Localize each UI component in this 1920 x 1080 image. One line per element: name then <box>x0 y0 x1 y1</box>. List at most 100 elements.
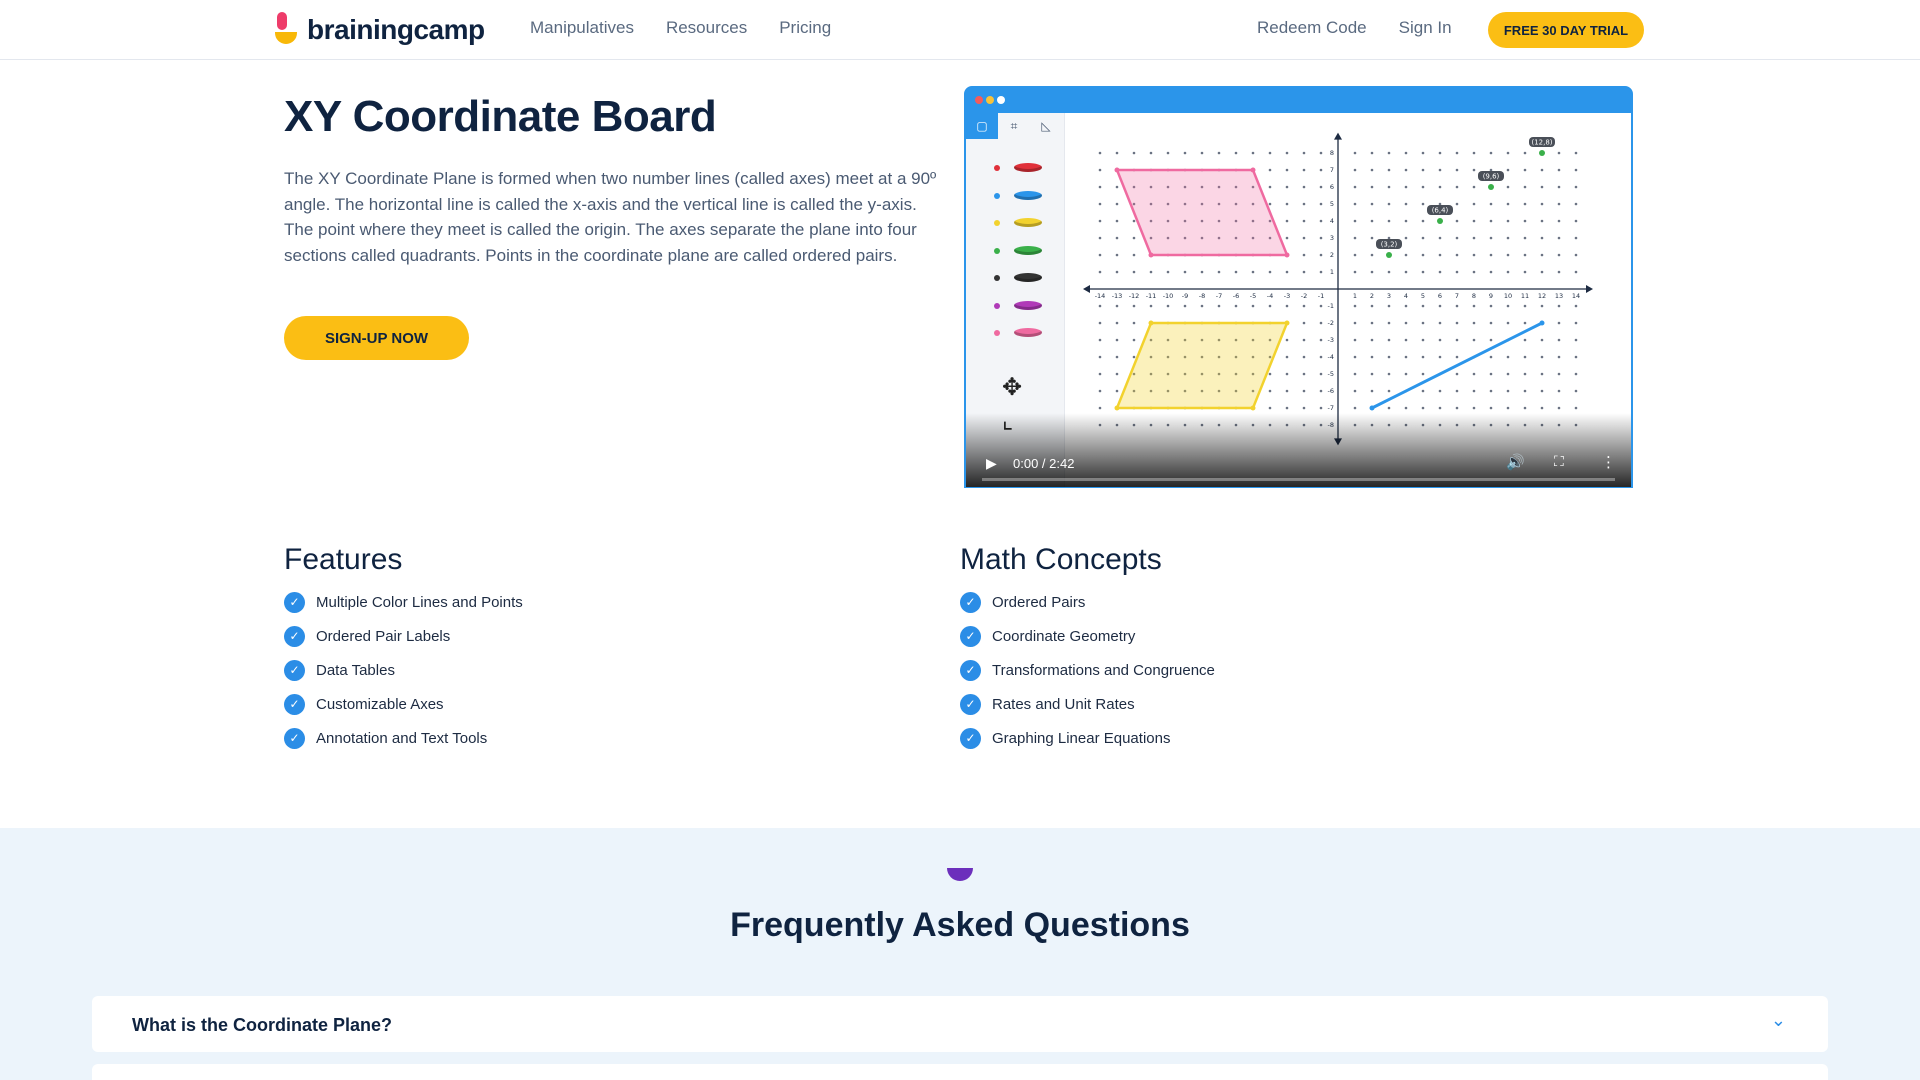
grid-dot <box>1506 389 1510 393</box>
grid-dot <box>1234 304 1238 308</box>
grid-dot <box>1506 355 1510 359</box>
grid-dot <box>1438 389 1442 393</box>
color-dot[interactable] <box>994 165 1000 171</box>
grid-dot <box>1455 185 1459 189</box>
grid-dot <box>1251 304 1255 308</box>
grid-dot <box>1268 185 1272 189</box>
grid-dot <box>1115 304 1119 308</box>
color-dot[interactable] <box>994 220 1000 226</box>
nav-resources[interactable]: Resources <box>666 18 747 38</box>
x-tick-label: -10 <box>1163 292 1174 300</box>
grid-dot <box>1438 253 1442 257</box>
grid-dot <box>1268 389 1272 393</box>
grid-dot <box>1302 253 1306 257</box>
grid-dot <box>1506 304 1510 308</box>
grid-dot <box>1540 355 1544 359</box>
grid-dot <box>1115 389 1119 393</box>
grid-dot <box>1540 168 1544 172</box>
play-icon[interactable]: ▶ <box>986 455 997 472</box>
color-puck[interactable] <box>1014 218 1042 227</box>
volume-icon[interactable]: 🔊 <box>1506 453 1525 471</box>
grid-dot <box>1455 202 1459 206</box>
grid-dot <box>1489 321 1493 325</box>
sign-in-link[interactable]: Sign In <box>1399 18 1452 38</box>
color-dot[interactable] <box>994 275 1000 281</box>
grid-dot <box>1302 168 1306 172</box>
grid-dot <box>1115 372 1119 376</box>
color-dot[interactable] <box>994 247 1000 254</box>
list-item: ✓ Coordinate Geometry <box>960 619 1215 653</box>
grid-dot <box>1472 270 1476 274</box>
nav-manipulatives[interactable]: Manipulatives <box>530 18 634 38</box>
color-puck[interactable] <box>1014 328 1042 337</box>
grid-dot <box>1557 304 1561 308</box>
faq-item-next[interactable] <box>92 1064 1828 1080</box>
x-tick-label: 5 <box>1421 292 1425 300</box>
fullscreen-icon[interactable]: ⛶ <box>1554 453 1564 470</box>
grid-dot <box>1132 236 1136 240</box>
grid-dot <box>1574 304 1578 308</box>
brainingcamp-logo[interactable]: brainingcamp <box>275 12 485 48</box>
grid-dot <box>1540 389 1544 393</box>
free-trial-button[interactable]: FREE 30 DAY TRIAL <box>1488 12 1644 48</box>
features-title: Features <box>284 543 403 576</box>
grid-dot <box>1302 372 1306 376</box>
grid-dot <box>1149 270 1153 274</box>
green-point <box>1437 218 1443 224</box>
grid-dot <box>1234 151 1238 155</box>
nav-pricing[interactable]: Pricing <box>779 18 831 38</box>
faq-question: What is the Coordinate Plane? <box>132 1015 393 1035</box>
grid-dot <box>1370 202 1374 206</box>
signup-button[interactable]: SIGN-UP NOW <box>284 316 469 360</box>
grid-dot <box>1455 168 1459 172</box>
grid-dot <box>1319 219 1323 223</box>
color-dot[interactable] <box>994 192 1000 199</box>
grid-dot <box>1285 389 1289 393</box>
color-puck[interactable] <box>1014 163 1042 172</box>
pink-vertex <box>1114 167 1120 173</box>
color-puck[interactable] <box>1014 245 1042 255</box>
point-label: (12,8) <box>1531 139 1552 147</box>
grid-dot <box>1387 372 1391 376</box>
grid-dot <box>1404 338 1408 342</box>
grid-dot <box>1523 270 1527 274</box>
grid-dot <box>1302 185 1306 189</box>
color-puck[interactable] <box>1014 300 1042 310</box>
grid-dot <box>1387 304 1391 308</box>
grid-dot <box>1438 321 1442 325</box>
x-tick-label: 10 <box>1504 292 1512 300</box>
grid-dot <box>1387 338 1391 342</box>
color-dot[interactable] <box>994 302 1000 309</box>
chevron-down-icon[interactable]: ⌄ <box>1771 1010 1786 1031</box>
grid-dot <box>1404 202 1408 206</box>
check-icon: ✓ <box>960 591 981 613</box>
grid-dot <box>1472 304 1476 308</box>
faq-title: Frequently Asked Questions <box>730 906 1190 944</box>
color-dot[interactable] <box>994 330 1000 336</box>
demo-video[interactable]: ▢ ⌗ ◺ ✥ ⌞ -14-13-12-11-10-9-8-7-6-5-4-3-… <box>964 86 1633 488</box>
more-options-icon[interactable]: ⋮ <box>1601 453 1616 471</box>
grid-dot <box>1115 270 1119 274</box>
video-progress-bar[interactable] <box>982 478 1615 481</box>
grid-dot <box>1370 389 1374 393</box>
grid-dot <box>1404 304 1408 308</box>
color-puck[interactable] <box>1014 190 1042 200</box>
green-point <box>1386 252 1392 258</box>
grid-dot <box>1132 151 1136 155</box>
grid-dot <box>1574 372 1578 376</box>
color-puck[interactable] <box>1014 273 1042 282</box>
grid-dot <box>1557 253 1561 257</box>
grid-dot <box>1574 219 1578 223</box>
x-tick-label: 12 <box>1538 292 1546 300</box>
point-label: (3,2) <box>1381 241 1398 249</box>
faq-item[interactable]: What is the Coordinate Plane? ⌄ <box>92 996 1828 1052</box>
grid-dot <box>1115 321 1119 325</box>
grid-dot <box>1285 202 1289 206</box>
grid-dot <box>1404 355 1408 359</box>
redeem-code-link[interactable]: Redeem Code <box>1257 18 1367 38</box>
grid-dot <box>1115 151 1119 155</box>
grid-dot <box>1540 236 1544 240</box>
grid-dot <box>1455 389 1459 393</box>
grid-dot <box>1421 355 1425 359</box>
grid-dot <box>1149 304 1153 308</box>
